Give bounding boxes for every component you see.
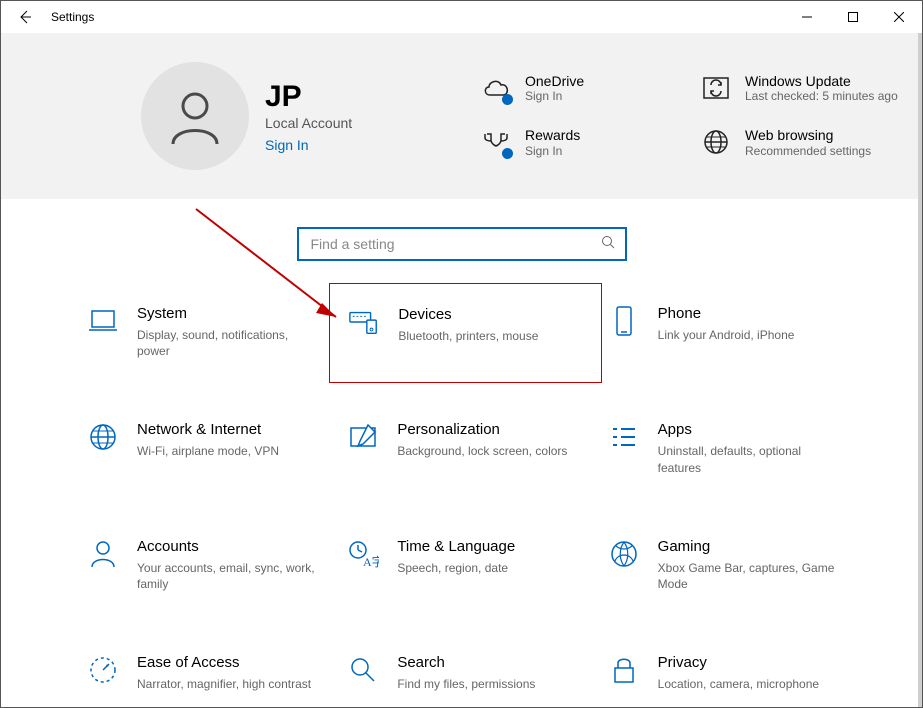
- apps-list-icon: [608, 421, 640, 453]
- lock-icon: [608, 654, 640, 686]
- account-signin-link[interactable]: Sign In: [265, 137, 352, 153]
- phone-icon: [608, 305, 640, 337]
- tile-sub: Find my files, permissions: [397, 676, 535, 692]
- account-info: JP Local Account Sign In: [265, 80, 352, 153]
- close-button[interactable]: [876, 1, 922, 33]
- devices-icon: [348, 306, 380, 338]
- tile-title: Gaming: [658, 538, 844, 556]
- tile-apps[interactable]: Apps Uninstall, defaults, optional featu…: [604, 417, 852, 481]
- globe-icon: [87, 421, 119, 453]
- tile-title: Search: [397, 654, 535, 672]
- back-button[interactable]: [1, 1, 49, 33]
- account-type: Local Account: [265, 115, 352, 131]
- search-icon: [347, 654, 379, 686]
- tile-search[interactable]: Search Find my files, permissions: [343, 650, 591, 698]
- search-box[interactable]: [297, 227, 627, 261]
- settings-grid: System Display, sound, notifications, po…: [1, 301, 922, 698]
- tile-ease-of-access[interactable]: Ease of Access Narrator, magnifier, high…: [83, 650, 331, 698]
- window-title: Settings: [49, 10, 94, 24]
- cloud-icon: [481, 73, 511, 103]
- account-header: JP Local Account Sign In OneDrive Sign I…: [1, 33, 922, 199]
- rewards-title: Rewards: [525, 127, 580, 144]
- search-container: [1, 227, 922, 261]
- status-column-1: OneDrive Sign In Rewards Sign In: [481, 33, 681, 199]
- tile-sub: Display, sound, notifications, power: [137, 327, 323, 359]
- minimize-button[interactable]: [784, 1, 830, 33]
- settings-window: Settings JP Local Account Sign In: [0, 0, 923, 708]
- tile-title: Network & Internet: [137, 421, 279, 439]
- status-dot-icon: [502, 148, 513, 159]
- browsing-title: Web browsing: [745, 127, 871, 144]
- tile-sub: Link your Android, iPhone: [658, 327, 795, 343]
- tile-sub: Xbox Game Bar, captures, Game Mode: [658, 560, 844, 592]
- maximize-button[interactable]: [830, 1, 876, 33]
- browsing-sub: Recommended settings: [745, 144, 871, 160]
- tile-sub: Wi-Fi, airplane mode, VPN: [137, 443, 279, 459]
- tile-time-language[interactable]: A字 Time & Language Speech, region, date: [343, 534, 591, 598]
- paint-icon: [347, 421, 379, 453]
- svg-text:A字: A字: [363, 554, 379, 569]
- tile-title: Phone: [658, 305, 795, 323]
- tile-title: Personalization: [397, 421, 567, 439]
- tile-accounts[interactable]: Accounts Your accounts, email, sync, wor…: [83, 534, 331, 598]
- person-icon: [87, 538, 119, 570]
- tile-title: Apps: [658, 421, 844, 439]
- tile-phone[interactable]: Phone Link your Android, iPhone: [604, 301, 852, 365]
- tile-sub: Speech, region, date: [397, 560, 515, 576]
- tile-sub: Uninstall, defaults, optional features: [658, 443, 844, 475]
- tile-sub: Bluetooth, printers, mouse: [398, 328, 538, 344]
- update-sub: Last checked: 5 minutes ago: [745, 89, 898, 105]
- accessibility-icon: [87, 654, 119, 686]
- onedrive-sub: Sign In: [525, 89, 584, 105]
- sync-icon: [701, 73, 731, 103]
- status-dot-icon: [502, 94, 513, 105]
- tile-title: Time & Language: [397, 538, 515, 556]
- windows-update-status[interactable]: Windows Update Last checked: 5 minutes a…: [701, 73, 901, 105]
- window-controls: [784, 1, 922, 33]
- avatar[interactable]: [141, 62, 249, 170]
- tile-sub: Your accounts, email, sync, work, family: [137, 560, 323, 592]
- search-input[interactable]: [309, 235, 601, 253]
- tile-title: Ease of Access: [137, 654, 311, 672]
- tile-sub: Location, camera, microphone: [658, 676, 819, 692]
- tile-title: Devices: [398, 306, 538, 324]
- web-browsing-status[interactable]: Web browsing Recommended settings: [701, 127, 901, 159]
- laptop-icon: [87, 305, 119, 337]
- onedrive-title: OneDrive: [525, 73, 584, 90]
- rewards-sub: Sign In: [525, 144, 580, 160]
- xbox-icon: [608, 538, 640, 570]
- tile-sub: Narrator, magnifier, high contrast: [137, 676, 311, 692]
- title-bar: Settings: [1, 1, 922, 33]
- tile-privacy[interactable]: Privacy Location, camera, microphone: [604, 650, 852, 698]
- tile-devices[interactable]: Devices Bluetooth, printers, mouse: [329, 283, 601, 383]
- tile-title: Privacy: [658, 654, 819, 672]
- rewards-status[interactable]: Rewards Sign In: [481, 127, 681, 159]
- onedrive-status[interactable]: OneDrive Sign In: [481, 73, 681, 105]
- tile-title: Accounts: [137, 538, 323, 556]
- time-language-icon: A字: [347, 538, 379, 570]
- person-icon: [165, 86, 225, 146]
- globe-icon: [701, 127, 731, 157]
- status-column-2: Windows Update Last checked: 5 minutes a…: [701, 33, 901, 199]
- tile-sub: Background, lock screen, colors: [397, 443, 567, 459]
- search-icon: [601, 235, 615, 254]
- tile-gaming[interactable]: Gaming Xbox Game Bar, captures, Game Mod…: [604, 534, 852, 598]
- update-title: Windows Update: [745, 73, 898, 90]
- tile-system[interactable]: System Display, sound, notifications, po…: [83, 301, 331, 365]
- tile-personalization[interactable]: Personalization Background, lock screen,…: [343, 417, 591, 481]
- scrollbar[interactable]: [918, 33, 922, 707]
- tile-title: System: [137, 305, 323, 323]
- tile-network[interactable]: Network & Internet Wi-Fi, airplane mode,…: [83, 417, 331, 481]
- rewards-icon: [481, 127, 511, 157]
- account-name: JP: [265, 80, 352, 113]
